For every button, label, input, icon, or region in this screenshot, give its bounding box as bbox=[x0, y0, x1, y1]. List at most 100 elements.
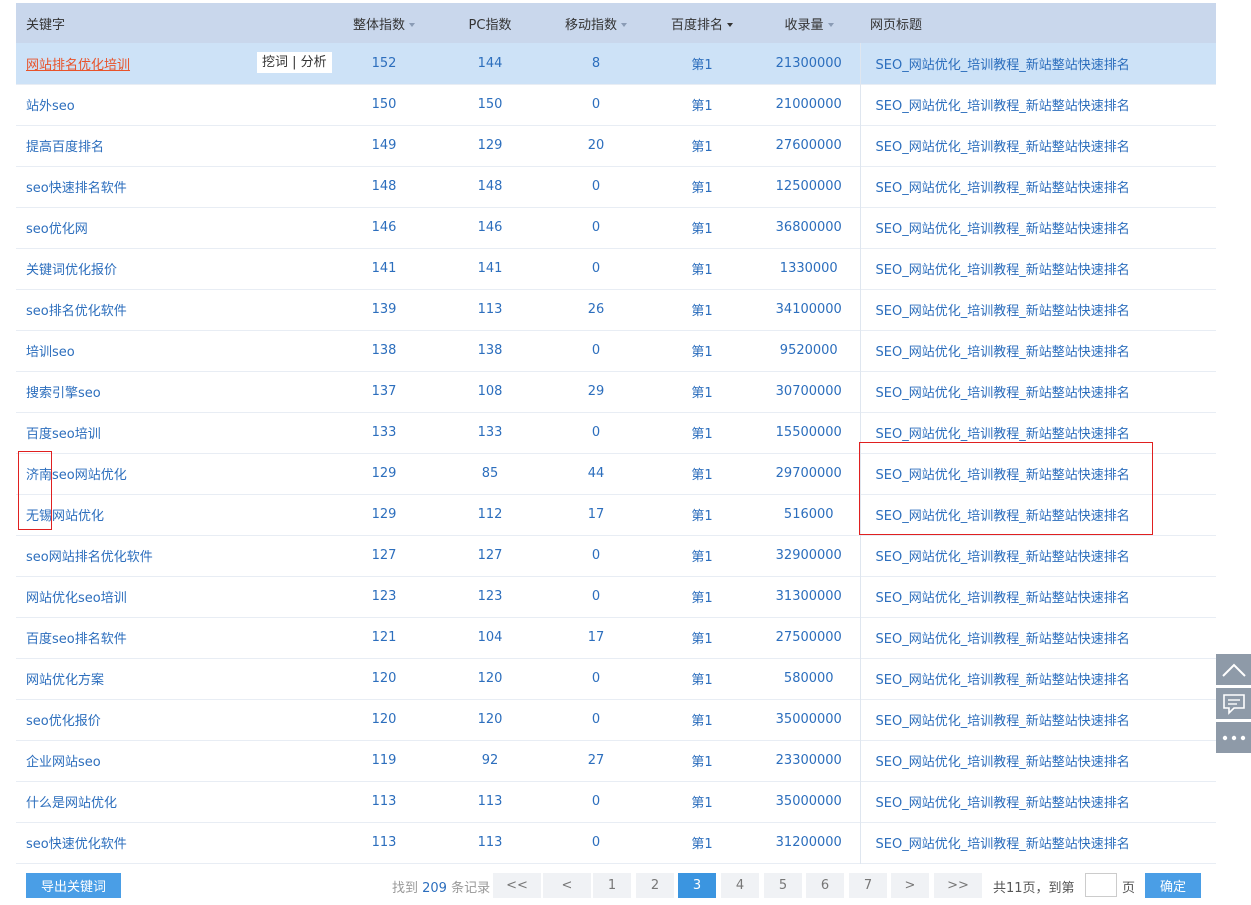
keyword-link[interactable]: 网站优化方案 bbox=[26, 673, 104, 688]
keyword-link[interactable]: 企业网站seo bbox=[26, 755, 101, 770]
mobile-index-cell: 17 bbox=[587, 630, 605, 645]
header-mobile-index[interactable]: 移动指数 bbox=[546, 3, 646, 43]
page-title-cell[interactable]: SEO_网站优化_培训教程_新站整站快速排名 bbox=[859, 412, 1216, 453]
page-button[interactable]: << bbox=[493, 873, 541, 898]
page-title-cell[interactable]: SEO_网站优化_培训教程_新站整站快速排名 bbox=[859, 43, 1216, 84]
baidu-rank-cell: 第1 bbox=[691, 673, 713, 688]
header-pc-index[interactable]: PC指数 bbox=[434, 3, 546, 43]
back-to-top-button[interactable] bbox=[1216, 654, 1251, 685]
page-button[interactable]: 6 bbox=[806, 873, 844, 898]
page-title-cell[interactable]: SEO_网站优化_培训教程_新站整站快速排名 bbox=[859, 166, 1216, 207]
page-title-cell[interactable]: SEO_网站优化_培训教程_新站整站快速排名 bbox=[859, 617, 1216, 658]
header-overall-index[interactable]: 整体指数 bbox=[334, 3, 434, 43]
header-indexed-count[interactable]: 收录量 bbox=[758, 3, 860, 43]
row-actions: 挖词 | 分析 bbox=[257, 52, 332, 73]
page-title-cell[interactable]: SEO_网站优化_培训教程_新站整站快速排名 bbox=[859, 740, 1216, 781]
keyword-link[interactable]: 百度seo培训 bbox=[26, 427, 101, 442]
confirm-jump-button[interactable]: 确定 bbox=[1145, 873, 1201, 898]
page-button[interactable]: 7 bbox=[849, 873, 887, 898]
indexed-count-cell: 516000 bbox=[783, 507, 834, 522]
page-button[interactable]: 4 bbox=[721, 873, 759, 898]
keyword-link[interactable]: seo快速排名软件 bbox=[26, 181, 127, 196]
dig-words-link[interactable]: 挖词 bbox=[262, 55, 288, 70]
keyword-link[interactable]: 搜索引擎seo bbox=[26, 386, 101, 401]
export-keywords-button[interactable]: 导出关键词 bbox=[26, 873, 121, 898]
indexed-count-cell: 30700000 bbox=[775, 384, 842, 399]
header-baidu-rank[interactable]: 百度排名 bbox=[646, 3, 758, 43]
keyword-link[interactable]: 关键词优化报价 bbox=[26, 263, 117, 278]
keyword-link[interactable]: seo网站排名优化软件 bbox=[26, 550, 153, 565]
page-title-cell[interactable]: SEO_网站优化_培训教程_新站整站快速排名 bbox=[859, 207, 1216, 248]
mobile-index-cell: 0 bbox=[591, 179, 601, 194]
page-title-cell[interactable]: SEO_网站优化_培训教程_新站整站快速排名 bbox=[859, 125, 1216, 166]
pc-index-cell: 123 bbox=[477, 589, 503, 604]
keyword-link[interactable]: 百度seo排名软件 bbox=[26, 632, 127, 647]
keyword-cell: 关键词优化报价 bbox=[16, 248, 334, 289]
page-title-cell[interactable]: SEO_网站优化_培训教程_新站整站快速排名 bbox=[859, 658, 1216, 699]
indexed-count-cell: 12500000 bbox=[775, 179, 842, 194]
feedback-button[interactable] bbox=[1216, 688, 1251, 719]
page-title-cell[interactable]: SEO_网站优化_培训教程_新站整站快速排名 bbox=[859, 535, 1216, 576]
page-button[interactable]: < bbox=[543, 873, 591, 898]
mobile-index-cell: 0 bbox=[591, 712, 601, 727]
page-title-cell[interactable]: SEO_网站优化_培训教程_新站整站快速排名 bbox=[859, 330, 1216, 371]
page-button[interactable]: 1 bbox=[593, 873, 631, 898]
baidu-rank-cell: 第1 bbox=[691, 550, 713, 565]
pc-index-cell: 138 bbox=[477, 343, 503, 358]
mobile-index-cell: 0 bbox=[591, 261, 601, 276]
keyword-link[interactable]: seo优化网 bbox=[26, 222, 88, 237]
table-row: seo优化报价 120 120 0 第1 35000000 SEO_网站优化_培训教程_新站… bbox=[16, 699, 1216, 740]
page-title-cell[interactable]: SEO_网站优化_培训教程_新站整站快速排名 bbox=[859, 494, 1216, 535]
keyword-table-container: 关键字 整体指数 PC指数 移动指数 百度排名 收录量 网页标题 网站排名优化培… bbox=[16, 3, 1216, 864]
baidu-rank-cell: 第1 bbox=[691, 632, 713, 647]
page-button[interactable]: 5 bbox=[764, 873, 802, 898]
keyword-link[interactable]: 什么是网站优化 bbox=[26, 796, 117, 811]
indexed-count-cell: 27600000 bbox=[775, 138, 842, 153]
keyword-link[interactable]: 培训seo bbox=[26, 345, 75, 360]
page-title-cell[interactable]: SEO_网站优化_培训教程_新站整站快速排名 bbox=[859, 84, 1216, 125]
mobile-index-cell: 26 bbox=[587, 302, 605, 317]
page-jump-input[interactable] bbox=[1085, 873, 1117, 897]
keyword-link[interactable]: seo排名优化软件 bbox=[26, 304, 127, 319]
pc-index-cell: 148 bbox=[477, 179, 503, 194]
page-title-cell[interactable]: SEO_网站优化_培训教程_新站整站快速排名 bbox=[859, 699, 1216, 740]
mobile-index-cell: 17 bbox=[587, 507, 605, 522]
keyword-link[interactable]: 提高百度排名 bbox=[26, 140, 104, 155]
mobile-index-cell: 27 bbox=[587, 753, 605, 768]
baidu-rank-cell: 第1 bbox=[691, 427, 713, 442]
keyword-link[interactable]: seo快速优化软件 bbox=[26, 837, 127, 852]
keyword-cell: seo优化网 bbox=[16, 207, 334, 248]
keyword-link[interactable]: 网站优化seo培训 bbox=[26, 591, 127, 606]
page-title-cell[interactable]: SEO_网站优化_培训教程_新站整站快速排名 bbox=[859, 781, 1216, 822]
overall-index-cell: 120 bbox=[371, 671, 397, 686]
indexed-count-cell: 31300000 bbox=[775, 589, 842, 604]
keyword-link[interactable]: seo优化报价 bbox=[26, 714, 101, 729]
page-title-cell[interactable]: SEO_网站优化_培训教程_新站整站快速排名 bbox=[859, 371, 1216, 412]
baidu-rank-cell: 第1 bbox=[691, 714, 713, 729]
overall-index-cell: 123 bbox=[371, 589, 397, 604]
side-toolbar bbox=[1216, 654, 1251, 756]
overall-index-cell: 133 bbox=[371, 425, 397, 440]
page-title-cell[interactable]: SEO_网站优化_培训教程_新站整站快速排名 bbox=[859, 576, 1216, 617]
keyword-link[interactable]: 无锡网站优化 bbox=[26, 509, 104, 524]
overall-index-cell: 113 bbox=[371, 794, 397, 809]
keyword-cell: 提高百度排名 bbox=[16, 125, 334, 166]
indexed-count-cell: 27500000 bbox=[775, 630, 842, 645]
page-title-cell[interactable]: SEO_网站优化_培训教程_新站整站快速排名 bbox=[859, 248, 1216, 289]
pc-index-cell: 112 bbox=[477, 507, 503, 522]
baidu-rank-cell: 第1 bbox=[691, 796, 713, 811]
page-button[interactable]: > bbox=[891, 873, 929, 898]
page-title-cell[interactable]: SEO_网站优化_培训教程_新站整站快速排名 bbox=[859, 289, 1216, 330]
overall-index-cell: 120 bbox=[371, 712, 397, 727]
more-button[interactable] bbox=[1216, 722, 1251, 753]
page-title-cell[interactable]: SEO_网站优化_培训教程_新站整站快速排名 bbox=[859, 453, 1216, 494]
analyze-link[interactable]: 分析 bbox=[301, 55, 327, 70]
page-title-cell[interactable]: SEO_网站优化_培训教程_新站整站快速排名 bbox=[859, 822, 1216, 863]
mobile-index-cell: 20 bbox=[587, 138, 605, 153]
keyword-link[interactable]: 济南seo网站优化 bbox=[26, 468, 127, 483]
page-button[interactable]: >> bbox=[934, 873, 982, 898]
keyword-link[interactable]: 网站排名优化培训 bbox=[26, 58, 130, 73]
keyword-link[interactable]: 站外seo bbox=[26, 99, 75, 114]
page-button[interactable]: 3 bbox=[678, 873, 716, 898]
page-button[interactable]: 2 bbox=[636, 873, 674, 898]
